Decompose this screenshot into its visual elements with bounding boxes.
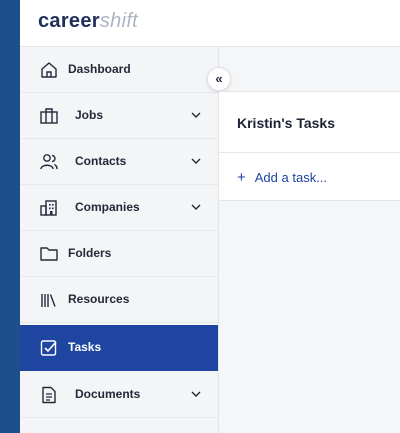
sidebar-item-companies[interactable]: Companies — [20, 185, 218, 231]
chevron-down-icon[interactable] — [190, 109, 202, 121]
divider — [219, 152, 400, 153]
sidebar-item-jobs[interactable]: Jobs — [20, 93, 218, 139]
building-icon — [40, 200, 57, 216]
briefcase-icon — [40, 108, 58, 124]
checkbox-icon — [40, 340, 57, 356]
app-window: careershift Dashboard Jobs Contacts Comp… — [20, 0, 400, 433]
add-task-button[interactable]: + Add a task... — [237, 169, 327, 186]
task-list-card: Kristin's Tasks + Add a task... — [219, 91, 400, 201]
logo-text-accent: shift — [99, 10, 139, 32]
chevron-down-icon[interactable] — [190, 201, 202, 213]
top-bar: careershift — [20, 0, 400, 47]
chevron-down-icon[interactable] — [190, 388, 202, 400]
sidebar-item-label: Dashboard — [68, 62, 131, 76]
sidebar-item-resources[interactable]: Resources — [20, 277, 218, 323]
logo-text-main: career — [38, 10, 100, 32]
sidebar: Dashboard Jobs Contacts Companies Folder… — [20, 47, 219, 433]
add-task-label: Add a task... — [254, 170, 328, 185]
careershift-logo[interactable]: careershift — [38, 10, 138, 33]
main-content: Kristin's Tasks + Add a task... — [219, 47, 400, 433]
page-title: Kristin's Tasks — [237, 115, 335, 131]
sidebar-item-label: Resources — [68, 292, 130, 306]
sidebar-item-label: Folders — [68, 246, 112, 260]
plus-icon: + — [237, 169, 246, 186]
sidebar-item-label: Companies — [75, 200, 140, 214]
sidebar-item-documents[interactable]: Documents — [20, 372, 218, 418]
document-icon — [42, 386, 56, 404]
folder-icon — [40, 247, 58, 261]
sidebar-item-label: Tasks — [68, 340, 102, 354]
sidebar-item-dashboard[interactable]: Dashboard — [20, 47, 218, 93]
sidebar-item-label: Jobs — [75, 108, 104, 122]
home-icon — [41, 62, 57, 78]
contacts-icon — [40, 154, 58, 170]
library-icon — [41, 294, 56, 307]
sidebar-item-label: Documents — [75, 387, 141, 401]
chevron-down-icon[interactable] — [190, 155, 202, 167]
sidebar-item-folders[interactable]: Folders — [20, 231, 218, 277]
sidebar-item-contacts[interactable]: Contacts — [20, 139, 218, 185]
sidebar-item-tasks[interactable]: Tasks — [20, 325, 218, 371]
sidebar-item-label: Contacts — [75, 154, 127, 168]
